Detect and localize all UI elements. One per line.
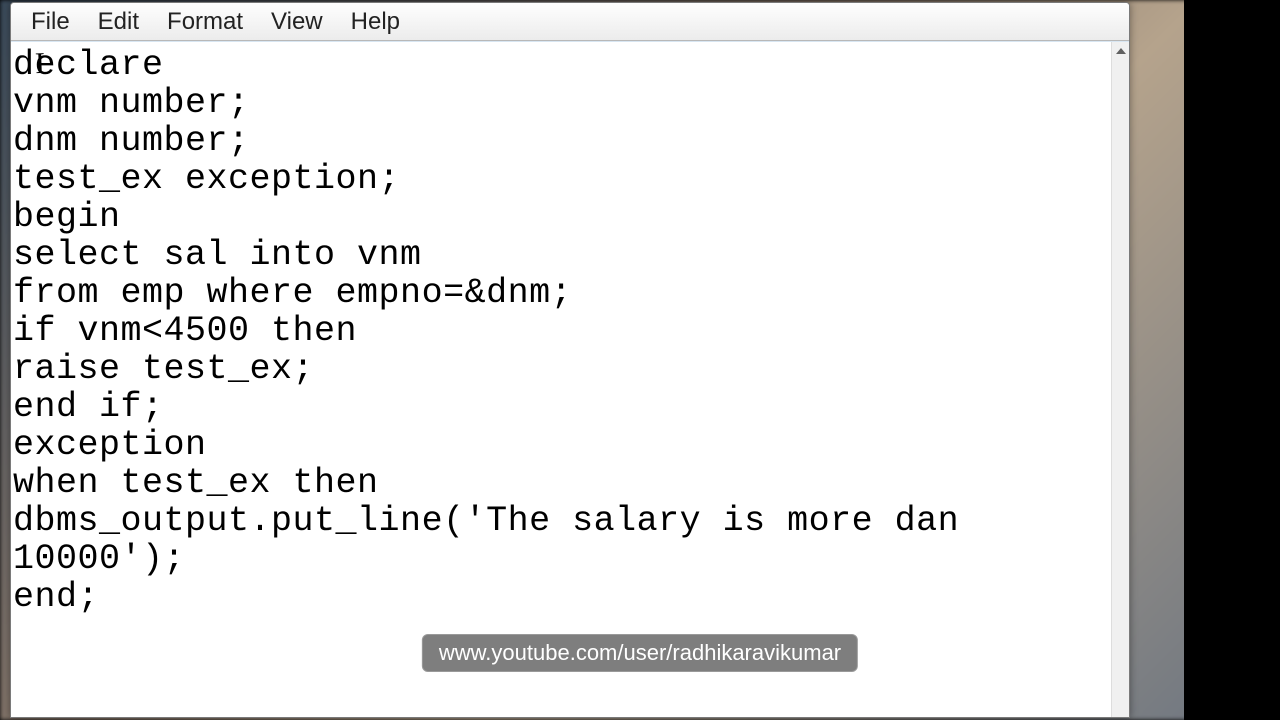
video-black-bar — [1184, 0, 1280, 720]
menu-view[interactable]: View — [257, 6, 337, 38]
menu-edit[interactable]: Edit — [84, 6, 153, 38]
menubar: File Edit Format View Help — [11, 3, 1129, 41]
text-cursor-icon: I — [34, 47, 45, 81]
text-editor[interactable]: declare vnm number; dnm number; test_ex … — [11, 42, 1111, 717]
scroll-up-button[interactable] — [1112, 42, 1129, 60]
notepad-window: File Edit Format View Help declare vnm n… — [10, 2, 1130, 718]
menu-format[interactable]: Format — [153, 6, 257, 38]
vertical-scrollbar[interactable] — [1111, 42, 1129, 717]
watermark-label: www.youtube.com/user/radhikaravikumar — [422, 634, 858, 672]
menu-file[interactable]: File — [17, 6, 84, 38]
client-area: declare vnm number; dnm number; test_ex … — [11, 41, 1129, 717]
menu-help[interactable]: Help — [337, 6, 414, 38]
